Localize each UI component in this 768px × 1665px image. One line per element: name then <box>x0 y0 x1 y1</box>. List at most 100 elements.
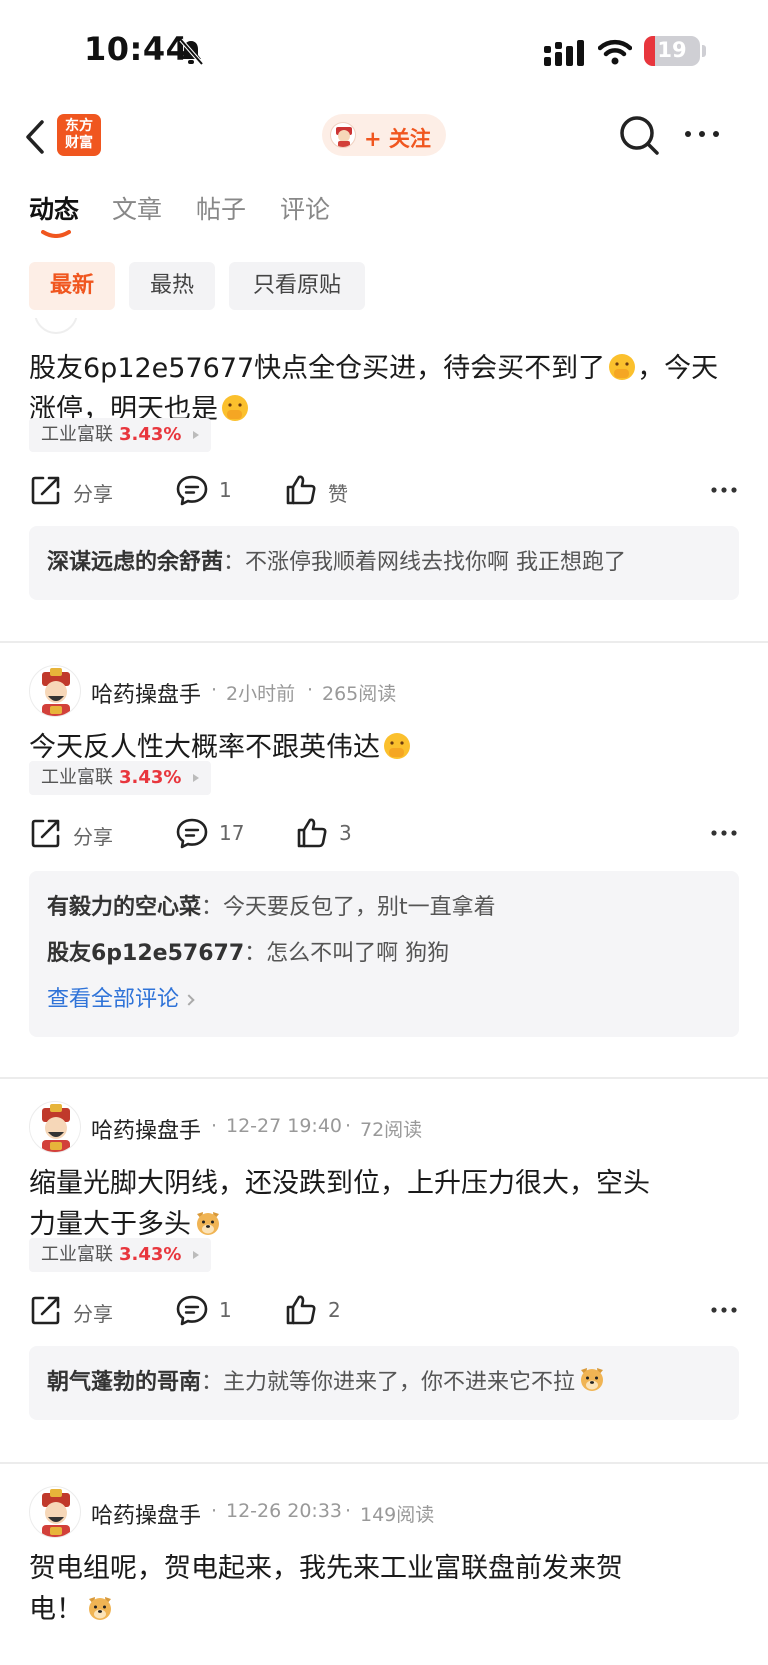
post-more-icon[interactable] <box>709 475 739 505</box>
stock-tag[interactable]: 工业富联 3.43% <box>29 1238 212 1272</box>
comment-user[interactable]: 有毅力的空心菜 <box>47 895 201 920</box>
post-time: 12-27 19:40 <box>226 1115 343 1137</box>
post-time: 2小时前 <box>226 683 296 705</box>
stock-change: 3.43% <box>119 424 182 445</box>
post-text-part: 力量大于多头 <box>29 1209 191 1240</box>
share-button[interactable]: 分享 <box>29 471 139 511</box>
stock-name: 工业富联 <box>41 767 113 788</box>
like-button[interactable]: 3 <box>295 814 375 854</box>
filter-original-only[interactable]: 只看原贴 <box>229 262 365 310</box>
tab-posts[interactable]: 帖子 <box>196 190 246 226</box>
comment-text: 今天要反包了，别t一直拿着 <box>223 895 496 920</box>
comment-preview[interactable]: 有毅力的空心菜：今天要反包了，别t一直拿着 股友6p12e57677：怎么不叫了… <box>29 871 739 1037</box>
comment-button[interactable]: 17 <box>175 814 265 854</box>
comment-sep: ： <box>223 550 246 575</box>
post-card: 哈药操盘手 · 2小时前 · 265阅读 今天反人性大概率不跟英伟达 工业富联 3… <box>0 643 768 1079</box>
comment-sep: ： <box>201 1370 224 1395</box>
god-of-wealth-avatar-icon <box>42 1104 70 1152</box>
comment-item: 股友6p12e57677：怎么不叫了啊 狗狗 <box>47 931 721 977</box>
hand-over-mouth-emoji-icon <box>384 733 410 759</box>
view-all-comments-link[interactable]: 查看全部评论 <box>47 977 721 1023</box>
filter-latest[interactable]: 最新 <box>29 262 115 310</box>
filter-hot[interactable]: 最热 <box>129 262 215 310</box>
meta-dot: · <box>307 679 314 701</box>
like-button[interactable]: 赞 <box>284 471 374 511</box>
tab-comments[interactable]: 评论 <box>280 190 330 226</box>
avatar[interactable] <box>29 1101 81 1153</box>
meta-dot: · <box>211 679 218 701</box>
post-text[interactable]: 缩量光脚大阴线，还没跌到位，上升压力很大，空头 力量大于多头 <box>29 1163 739 1245</box>
post-header[interactable]: 哈药操盘手 · 12-27 19:40 · 72阅读 <box>29 1101 749 1155</box>
read-count: 72阅读 <box>360 1119 423 1141</box>
share-button[interactable]: 分享 <box>29 1291 139 1331</box>
post-card: 哈药操盘手 · 12-26 20:33 · 149阅读 贺电组呢，贺电起来，我先… <box>0 1464 768 1665</box>
share-label: 分享 <box>73 825 113 849</box>
view-all-label: 查看全部评论 <box>47 987 180 1012</box>
cellular-signal-icon <box>544 40 584 66</box>
share-button[interactable]: 分享 <box>29 814 139 854</box>
comment-button[interactable]: 1 <box>175 471 255 511</box>
post-text-part: 缩量光脚大阴线，还没跌到位，上升压力很大，空头 <box>29 1168 650 1199</box>
share-label: 分享 <box>73 482 113 506</box>
comment-icon <box>176 475 208 506</box>
comment-sep: ： <box>244 941 267 966</box>
post-more-icon[interactable] <box>709 818 739 848</box>
post-text-part: 今天反人性大概率不跟英伟达 <box>29 732 380 763</box>
battery-indicator: 19 <box>644 36 700 66</box>
wifi-icon <box>598 39 632 65</box>
hand-over-mouth-emoji-icon <box>222 395 248 421</box>
post-actions: 分享 1 2 <box>29 1291 739 1331</box>
post-time: 12-26 20:33 <box>226 1500 343 1522</box>
read-count: 149阅读 <box>360 1504 435 1526</box>
avatar[interactable] <box>29 665 81 717</box>
stock-change: 3.43% <box>119 1244 182 1265</box>
comment-preview[interactable]: 深谋远虑的余舒茜：不涨停我顺着网线去找你啊 我正想跑了 <box>29 526 739 600</box>
meta-dot: · <box>345 1500 352 1522</box>
thumbs-up-icon <box>286 475 316 505</box>
author-name: 哈药操盘手 <box>91 1504 202 1529</box>
comment-count: 1 <box>219 1298 232 1322</box>
stock-tag[interactable]: 工业富联 3.43% <box>29 418 212 452</box>
meta-dot: · <box>345 1115 352 1137</box>
like-button[interactable]: 2 <box>284 1291 364 1331</box>
app-logo: 东方 财富 <box>57 114 101 156</box>
post-more-icon[interactable] <box>709 1295 739 1325</box>
like-label: 赞 <box>328 482 348 506</box>
back-arrow-icon[interactable] <box>24 118 48 156</box>
caret-right-icon <box>193 431 200 439</box>
comment-item: 朝气蓬勃的哥南：主力就等你进来了，你不进来它不拉 <box>47 1360 721 1406</box>
comment-item: 深谋远虑的余舒茜：不涨停我顺着网线去找你啊 我正想跑了 <box>47 540 721 586</box>
post-text[interactable]: 贺电组呢，贺电起来，我先来工业富联盘前发来贺 电！ <box>29 1548 739 1630</box>
comment-preview[interactable]: 朝气蓬勃的哥南：主力就等你进来了，你不进来它不拉 <box>29 1346 739 1420</box>
comment-text: 怎么不叫了啊 狗狗 <box>266 941 450 966</box>
share-label: 分享 <box>73 1302 113 1326</box>
share-icon <box>31 1296 60 1325</box>
post-header[interactable]: 哈药操盘手 · 2小时前 · 265阅读 <box>29 665 749 719</box>
search-icon[interactable] <box>618 114 660 156</box>
read-count: 265阅读 <box>322 683 397 705</box>
stock-tag[interactable]: 工业富联 3.43% <box>29 761 212 795</box>
avatar[interactable] <box>29 1486 81 1538</box>
battery-level: 19 <box>657 38 687 62</box>
dog-face-emoji-icon <box>581 1368 604 1391</box>
tab-dynamics[interactable]: 动态 <box>29 190 79 226</box>
comment-sep: ： <box>201 895 224 920</box>
comment-user[interactable]: 深谋远虑的余舒茜 <box>47 550 223 575</box>
dog-face-emoji-icon <box>89 1597 111 1620</box>
comment-user[interactable]: 朝气蓬勃的哥南 <box>47 1370 201 1395</box>
tab-articles[interactable]: 文章 <box>112 190 162 226</box>
post-card: 股友6p12e57677快点全仓买进，待会买不到了 ，今天涨停，明天也是 工业富联… <box>0 318 768 643</box>
more-options-icon[interactable] <box>682 122 722 146</box>
follow-button[interactable]: + 关注 <box>322 114 446 156</box>
post-text-part: 贺电组呢，贺电起来，我先来工业富联盘前发来贺 <box>29 1553 623 1584</box>
post-header[interactable]: 哈药操盘手 · 12-26 20:33 · 149阅读 <box>29 1486 749 1540</box>
cartoon-avatar-icon <box>336 127 352 147</box>
post-actions: 分享 17 3 <box>29 814 739 854</box>
post-text-part: 股友6p12e57677快点全仓买进，待会买不到了 <box>29 353 606 384</box>
bell-muted-icon <box>179 38 204 66</box>
share-icon <box>31 819 60 848</box>
comment-user[interactable]: 股友6p12e57677 <box>47 941 244 966</box>
like-count: 3 <box>339 821 352 845</box>
comment-button[interactable]: 1 <box>175 1291 255 1331</box>
stock-name: 工业富联 <box>41 424 113 445</box>
